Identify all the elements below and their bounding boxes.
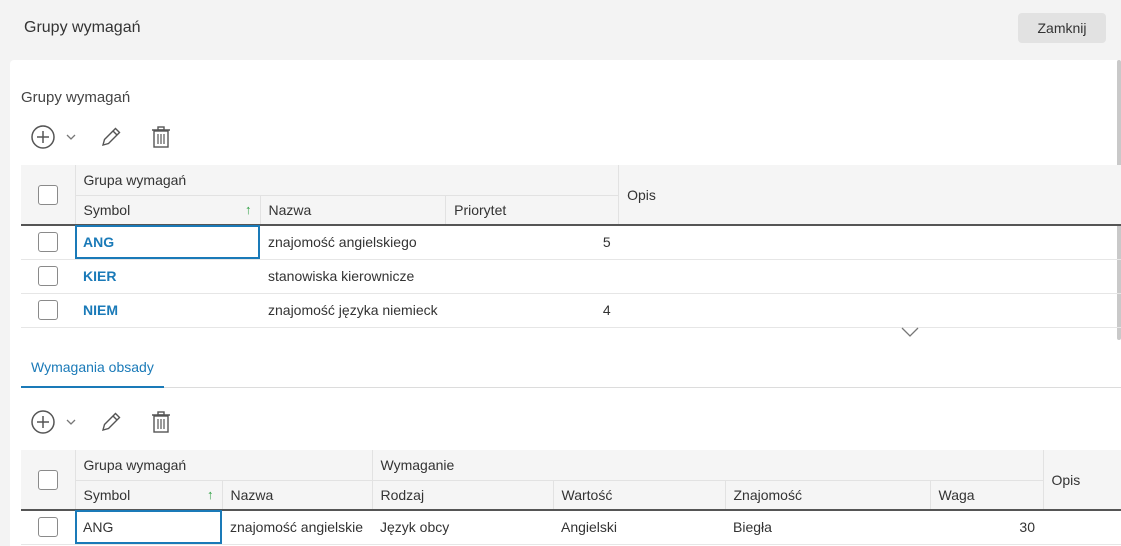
groups-table: Grupa wymagań Opis Symbol ↑ Nazwa Priory… xyxy=(21,165,1121,328)
opis-cell xyxy=(618,259,1121,294)
close-button[interactable]: Zamknij xyxy=(1018,13,1106,43)
table-row[interactable]: ANG znajomość angielskie Język obcy Angi… xyxy=(21,510,1121,545)
wartosc-cell: Angielski xyxy=(553,510,725,545)
select-all-checkbox[interactable] xyxy=(37,469,58,490)
requirement-header: Wymaganie xyxy=(372,450,1044,481)
col-opis-header[interactable]: Opis xyxy=(1043,450,1121,511)
dialog-header: Grupy wymagań Zamknij xyxy=(0,0,1121,60)
table-row[interactable]: ANG znajomość angielskiego 5 xyxy=(21,225,1121,260)
symbol-link[interactable]: NIEM xyxy=(83,302,118,318)
sort-ascending-icon: ↑ xyxy=(207,486,214,502)
row-checkbox-cell xyxy=(21,510,75,545)
dialog-title: Grupy wymagań xyxy=(24,19,141,36)
select-all-cell xyxy=(21,165,76,226)
col-rodzaj-header[interactable]: Rodzaj xyxy=(372,480,554,511)
dialog-panel: Grupy wymagań Grupa wymagań Opis Symbol … xyxy=(10,60,1121,546)
row-checkbox[interactable] xyxy=(38,232,58,253)
pencil-icon[interactable] xyxy=(98,409,124,435)
symbol-cell[interactable]: ANG xyxy=(75,510,222,545)
nazwa-cell: stanowiska kierownicze xyxy=(260,259,446,294)
chevron-down-icon[interactable] xyxy=(900,325,920,339)
rodzaj-cell: Język obcy xyxy=(372,510,553,545)
opis-cell xyxy=(618,293,1121,328)
select-all-checkbox[interactable] xyxy=(37,184,58,205)
symbol-link[interactable]: KIER xyxy=(83,268,116,284)
opis-cell xyxy=(618,225,1121,260)
col-symbol-header[interactable]: Symbol ↑ xyxy=(75,480,223,511)
priorytet-cell: 5 xyxy=(445,225,619,260)
row-checkbox-cell xyxy=(21,293,75,328)
row-checkbox[interactable] xyxy=(38,300,58,320)
requirements-toolbar xyxy=(30,407,174,437)
opis-cell xyxy=(1043,510,1121,545)
pencil-icon[interactable] xyxy=(98,124,124,150)
symbol-link[interactable]: ANG xyxy=(83,234,114,250)
nazwa-cell: znajomość angielskie xyxy=(222,510,372,545)
col-opis-header[interactable]: Opis xyxy=(618,165,1121,226)
symbol-cell[interactable]: KIER xyxy=(75,259,260,294)
trash-icon[interactable] xyxy=(148,409,174,435)
symbol-cell[interactable]: ANG xyxy=(75,225,260,260)
groups-toolbar xyxy=(30,122,174,152)
col-waga-header[interactable]: Waga xyxy=(930,480,1044,511)
waga-cell: 30 xyxy=(930,510,1043,545)
col-symbol-header[interactable]: Symbol ↑ xyxy=(75,195,261,226)
select-all-cell xyxy=(21,450,76,511)
chevron-down-icon[interactable] xyxy=(64,130,78,144)
symbol-cell[interactable]: NIEM xyxy=(75,293,260,328)
group-header: Grupa wymagań xyxy=(75,450,373,481)
tab-wymagania-obsady[interactable]: Wymagania obsady xyxy=(21,350,164,388)
col-priorytet-header[interactable]: Priorytet xyxy=(445,195,620,226)
table-row[interactable]: KIER stanowiska kierownicze xyxy=(21,259,1121,294)
col-symbol-label: Symbol xyxy=(83,486,131,503)
priorytet-cell: 4 xyxy=(445,293,619,328)
row-checkbox-cell xyxy=(21,259,75,294)
groups-section-title: Grupy wymagań xyxy=(21,89,131,106)
group-header: Grupa wymagań xyxy=(75,165,620,196)
plus-circle-icon[interactable] xyxy=(30,409,56,435)
requirements-table: Grupa wymagań Wymaganie Opis Symbol ↑ Na… xyxy=(21,450,1121,545)
col-nazwa-header[interactable]: Nazwa xyxy=(260,195,447,226)
table-row[interactable]: NIEM znajomość języka niemieck 4 xyxy=(21,293,1121,328)
priorytet-cell xyxy=(445,259,619,294)
detail-tabs: Wymagania obsady xyxy=(21,350,1121,388)
col-symbol-label: Symbol xyxy=(83,201,131,218)
znajomosc-cell: Biegła xyxy=(725,510,930,545)
col-nazwa-header[interactable]: Nazwa xyxy=(222,480,373,511)
nazwa-cell: znajomość języka niemieck xyxy=(260,293,446,328)
sort-ascending-icon: ↑ xyxy=(245,201,252,217)
nazwa-cell: znajomość angielskiego xyxy=(260,225,446,260)
row-checkbox-cell xyxy=(21,225,75,260)
col-znajomosc-header[interactable]: Znajomość xyxy=(725,480,931,511)
row-checkbox[interactable] xyxy=(38,266,58,286)
chevron-down-icon[interactable] xyxy=(64,415,78,429)
plus-circle-icon[interactable] xyxy=(30,124,56,150)
trash-icon[interactable] xyxy=(148,124,174,150)
row-checkbox[interactable] xyxy=(38,517,58,538)
col-wartosc-header[interactable]: Wartość xyxy=(553,480,726,511)
